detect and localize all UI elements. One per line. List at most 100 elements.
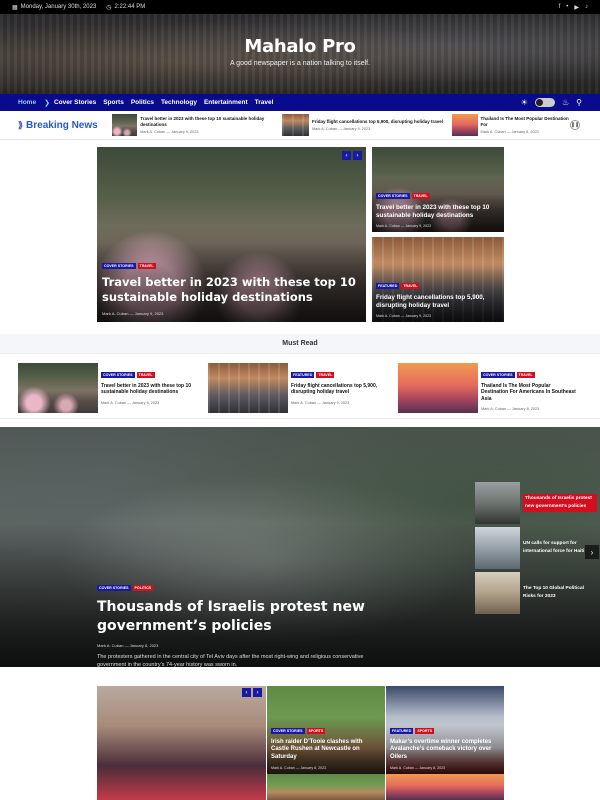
bottom-card-meta: Mark A. Cuban — January 8, 2023 [390, 766, 446, 770]
breaking-news-bar: ⟫ Breaking News Travel better in 2023 wi… [0, 111, 600, 140]
next-arrow-icon[interactable]: › [253, 688, 262, 697]
breaking-news-item[interactable]: Friday flight cancellations top 5,900, d… [282, 114, 452, 136]
facebook-icon[interactable]: f [559, 4, 561, 11]
must-read-title[interactable]: Friday flight cancellations top 5,900, d… [291, 383, 386, 396]
breaking-news-thumb [452, 114, 478, 136]
must-read-thumb[interactable] [398, 363, 478, 413]
must-read-card[interactable]: Cover Stories Travel Travel better in 202… [18, 363, 198, 413]
bottom-card-meta: Mark A. Cuban — January 8, 2023 [271, 766, 327, 770]
category-tag[interactable]: Travel [411, 192, 430, 199]
category-tag[interactable]: Travel [136, 372, 155, 378]
tiktok-icon[interactable]: ♪ [585, 4, 588, 11]
category-tag[interactable]: Travel [401, 282, 420, 289]
breaking-news-text: Breaking News [26, 119, 98, 131]
hero-side-card[interactable]: Featured Travel Friday flight cancellatio… [372, 237, 504, 322]
hero-main-card[interactable]: ‹ › Cover Stories Travel Travel better in… [97, 147, 366, 322]
search-icon[interactable]: ⚲ [576, 98, 582, 107]
must-read-title[interactable]: Thailand Is The Most Popular Destination… [481, 383, 576, 402]
fire-icon[interactable]: ♨ [562, 98, 569, 107]
category-tag[interactable]: Sports [415, 727, 435, 734]
bottom-card-thumb[interactable] [386, 774, 504, 800]
hero-side-title[interactable]: Travel better in 2023 with these top 10 … [376, 204, 500, 220]
category-tag[interactable]: Cover Stories [271, 727, 305, 734]
next-arrow-button[interactable]: › [585, 545, 599, 559]
time-display: ◷ 2:22:44 PM [106, 4, 145, 11]
pause-button[interactable]: ❚❚ [570, 120, 580, 130]
bottom-card-title[interactable]: Makar’s overtime winner completes Avalan… [390, 739, 500, 762]
breaking-news-title[interactable]: Friday flight cancellations top 5,900, d… [312, 119, 443, 124]
category-tag[interactable]: Travel [316, 372, 335, 378]
category-tag[interactable]: Travel [137, 262, 156, 269]
featured-side-item[interactable]: The Top 10 Global Political Risks for 20… [475, 572, 600, 614]
category-tag[interactable]: Cover Stories [376, 192, 410, 199]
breaking-news-item[interactable]: Travel better in 2023 with these top 10 … [112, 114, 282, 136]
broadcast-icon: ⟫ [18, 119, 24, 130]
youtube-icon[interactable]: ▶ [574, 4, 579, 11]
bottom-main-card[interactable]: ‹ › [97, 686, 266, 800]
category-tag[interactable]: Featured [291, 372, 315, 378]
nav-item-cover-stories[interactable]: Cover Stories [54, 99, 96, 106]
hero-side-content: Cover Stories Travel Travel better in 202… [376, 184, 500, 228]
nav-item-politics[interactable]: Politics [131, 99, 154, 106]
must-read-thumb[interactable] [18, 363, 98, 413]
prev-arrow-icon[interactable]: ‹ [342, 151, 351, 160]
category-tag[interactable]: Travel [516, 372, 535, 378]
category-tag[interactable]: Featured [390, 727, 414, 734]
must-read-card[interactable]: Cover Stories Travel Thailand Is The Most… [398, 363, 578, 413]
breaking-news-thumb [282, 114, 309, 136]
bottom-card-thumb[interactable] [267, 774, 385, 800]
featured-story-content: Cover Stories Politics Thousands of Israe… [97, 576, 387, 667]
slider-controls: ‹ › [242, 688, 262, 697]
chevron-right-icon: › [590, 547, 594, 557]
social-links: f • ▶ ♪ [559, 4, 588, 11]
prev-arrow-icon[interactable]: ‹ [242, 688, 251, 697]
featured-side-thumb [475, 572, 520, 614]
chevron-right-icon: ❯ [44, 99, 50, 107]
category-tag[interactable]: Featured [376, 282, 400, 289]
time-text: 2:22:44 PM [114, 4, 146, 10]
featured-side-title[interactable]: The Top 10 Global Political Risks for 20… [523, 585, 597, 601]
category-tag[interactable]: Politics [132, 585, 154, 591]
featured-story-meta: Mark A. Cuban — January 8, 2023 [97, 642, 159, 648]
calendar-icon: ▦ [12, 4, 18, 11]
category-tag[interactable]: Cover Stories [97, 585, 131, 591]
dark-mode-toggle[interactable] [534, 98, 555, 107]
must-read-heading: Must Read [0, 334, 600, 354]
featured-side-item[interactable]: UN calls for support for international f… [475, 527, 600, 569]
must-read-title[interactable]: Travel better in 2023 with these top 10 … [101, 383, 196, 396]
featured-story-title[interactable]: Thousands of Israelis protest new govern… [97, 598, 387, 636]
nav-item-sports[interactable]: Sports [103, 99, 124, 106]
breaking-news-title[interactable]: Travel better in 2023 with these top 10 … [140, 116, 282, 127]
must-read-meta: Mark A. Cuban — January 9, 2023 [101, 400, 160, 405]
hero-main-title[interactable]: Travel better in 2023 with these top 10 … [102, 275, 356, 306]
site-title[interactable]: Mahalo Pro [0, 36, 600, 57]
breaking-news-meta: Mark A. Cuban — January 9, 2023 [140, 129, 199, 134]
hero-main-meta: Mark A. Cuban — January 9, 2023 [102, 311, 164, 316]
must-read-meta: Mark A. Cuban — January 8, 2023 [481, 406, 540, 411]
category-tag[interactable]: Cover Stories [101, 372, 135, 378]
twitter-icon[interactable]: • [566, 4, 568, 11]
featured-side-title[interactable]: Thousands of Israelis protest new govern… [523, 494, 597, 512]
must-read-thumb[interactable] [208, 363, 288, 413]
hero-side-title[interactable]: Friday flight cancellations top 5,900, d… [376, 294, 500, 310]
hero-side-meta: Mark A. Cuban — January 9, 2023 [376, 314, 432, 318]
nav-item-travel[interactable]: Travel [255, 99, 274, 106]
date-text: Monday, January 30th, 2023 [20, 4, 97, 10]
must-read-card[interactable]: Featured Travel Friday flight cancellatio… [208, 363, 388, 413]
bottom-card-title[interactable]: Irish raider D’Tooie clashes with Castle… [271, 739, 381, 762]
nav-item-home[interactable]: Home [18, 99, 36, 106]
breaking-news-item[interactable]: Thailand Is The Most Popular Destination… [452, 114, 572, 136]
nav-item-technology[interactable]: Technology [161, 99, 197, 106]
bottom-card[interactable]: Cover Stories Sports Irish raider D’Tooie… [267, 686, 385, 774]
bottom-card[interactable]: Featured Sports Makar’s overtime winner c… [386, 686, 504, 774]
category-tag[interactable]: Cover Stories [481, 372, 515, 378]
sun-icon: ☀ [520, 98, 528, 107]
next-arrow-icon[interactable]: › [353, 151, 362, 160]
hero-side-card[interactable]: Cover Stories Travel Travel better in 202… [372, 147, 504, 232]
category-tag[interactable]: Sports [306, 727, 326, 734]
top-bar: ▦ Monday, January 30th, 2023 ◷ 2:22:44 P… [0, 0, 600, 14]
breaking-news-title[interactable]: Thailand Is The Most Popular Destination… [481, 116, 572, 127]
category-tag[interactable]: Cover Stories [102, 262, 136, 269]
featured-side-item[interactable]: Thousands of Israelis protest new govern… [475, 482, 600, 524]
nav-item-entertainment[interactable]: Entertainment [204, 99, 248, 106]
